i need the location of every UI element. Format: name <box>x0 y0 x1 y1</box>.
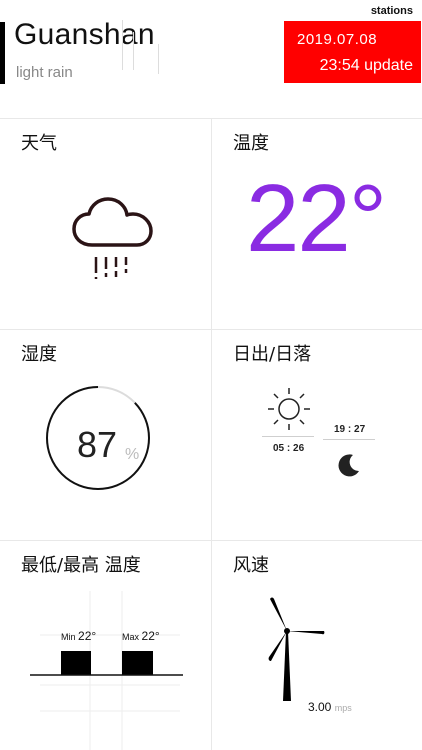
weather-condition: light rain <box>16 64 73 81</box>
wind-speed-unit: mps <box>334 703 352 713</box>
stations-link[interactable]: stations <box>371 5 413 17</box>
wind-turbine-icon <box>268 597 325 701</box>
humidity-unit: % <box>125 446 140 463</box>
max-temp-bar <box>122 651 153 675</box>
max-label-text: Max <box>122 632 140 642</box>
minmax-card-title: 最低/最高 温度 <box>21 555 141 576</box>
sun-icon <box>268 388 310 430</box>
weather-card-title: 天气 <box>21 133 57 154</box>
sunset-time: 19 : 27 <box>334 424 366 435</box>
weather-grid: 天气 温度 22° 湿度 87 % 日出/日落 05: 26 19: 27 … <box>0 118 422 750</box>
humidity-card[interactable]: 湿度 87 % <box>0 329 211 540</box>
accent-bar <box>0 22 5 84</box>
decor-line <box>122 20 123 70</box>
header: Guanshan light rain stations 2019.07.08 … <box>0 0 422 118</box>
temperature-card-title: 温度 <box>233 133 269 154</box>
decor-line <box>158 44 159 74</box>
sunrise-divider <box>262 436 314 437</box>
min-temp-bar <box>61 651 91 675</box>
minmax-card[interactable]: 最低/最高 温度 Min 22° Max 22° <box>0 540 211 750</box>
sun-card[interactable]: 日出/日落 05 : 26 19 : 27 <box>211 329 422 540</box>
cloud-rain-icon <box>72 197 153 279</box>
wind-card-title: 风速 <box>233 555 269 576</box>
moon-icon <box>338 454 359 477</box>
sunset-divider <box>323 439 375 440</box>
wind-speed: 3.00 mps <box>308 700 352 714</box>
temperature-value: 22° <box>246 165 387 272</box>
update-time: 23:54 update <box>319 57 413 74</box>
minmax-chart <box>30 591 183 750</box>
wind-card[interactable]: 风速 3.00 mps <box>211 540 422 750</box>
max-temp-label: Max 22° <box>122 629 160 643</box>
min-label-text: Min <box>61 632 76 642</box>
update-date: 2019.07.08 <box>297 31 378 48</box>
min-temp-label: Min 22° <box>61 629 96 643</box>
wind-speed-value: 3.00 <box>308 700 332 714</box>
update-box: 2019.07.08 23:54 update <box>284 21 421 83</box>
humidity-value: 87 <box>77 424 118 465</box>
decor-line <box>133 32 134 70</box>
min-temp-value: 22° <box>78 629 97 643</box>
max-temp-value: 22° <box>141 629 160 643</box>
sun-card-title: 日出/日落 <box>233 344 312 365</box>
temperature-card[interactable]: 温度 22° <box>211 118 422 329</box>
sunrise-time: 05 : 26 <box>273 443 305 454</box>
humidity-card-title: 湿度 <box>21 344 57 365</box>
weather-card[interactable]: 天气 <box>0 118 211 329</box>
